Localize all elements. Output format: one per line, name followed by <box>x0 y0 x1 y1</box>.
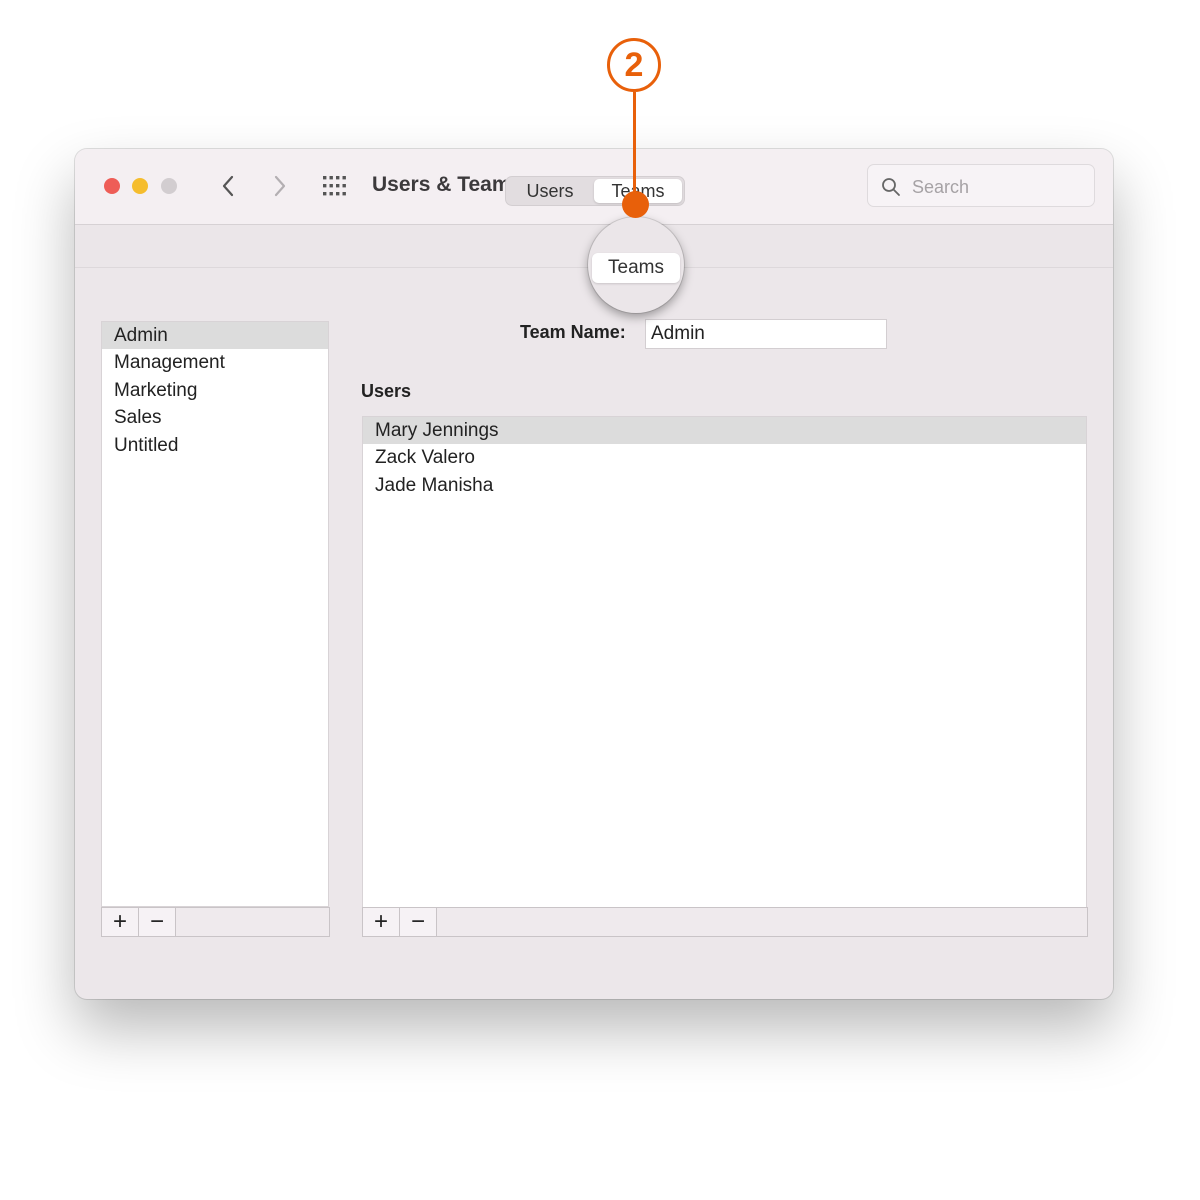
teams-list-footer: + − <box>101 907 330 937</box>
team-name-field[interactable] <box>645 319 887 349</box>
add-team-button[interactable]: + <box>102 908 139 936</box>
list-item-admin[interactable]: Admin <box>102 322 328 350</box>
callout-dot <box>622 191 649 218</box>
forward-button[interactable] <box>265 169 295 203</box>
grid-icon <box>323 176 346 196</box>
users-list-footer: + − <box>362 907 1088 937</box>
callout-line <box>633 92 636 200</box>
callout-magnifier: Teams <box>588 217 684 313</box>
users-heading: Users <box>361 381 412 401</box>
tab-teams-magnified[interactable]: Teams <box>592 253 680 283</box>
search-input[interactable] <box>912 177 1082 198</box>
search-icon <box>882 178 900 196</box>
forward-chevron-icon <box>274 175 286 197</box>
team-users-list[interactable]: Mary Jennings Zack Valero Jade Manisha <box>362 416 1087 908</box>
stage: 2 Users & Teams Search Users Teams Admin… <box>0 0 1200 1200</box>
zoom-button[interactable] <box>161 178 177 194</box>
list-item-management[interactable]: Management <box>102 349 328 376</box>
callout-number-badge: 2 <box>607 38 661 92</box>
list-item-mary-jennings[interactable]: Mary Jennings <box>363 417 1086 445</box>
tab-users[interactable]: Users <box>510 179 590 203</box>
minimize-button[interactable] <box>132 178 148 194</box>
search-field[interactable] <box>867 164 1095 207</box>
team-name-label: Team Name: <box>520 322 626 342</box>
list-item-untitled[interactable]: Untitled <box>102 432 328 459</box>
close-button[interactable] <box>104 178 120 194</box>
back-button[interactable] <box>213 169 243 203</box>
remove-user-button[interactable]: − <box>400 908 437 936</box>
add-user-button[interactable]: + <box>363 908 400 936</box>
window-title: Users & Teams <box>372 173 523 196</box>
list-item-sales[interactable]: Sales <box>102 404 328 431</box>
back-chevron-icon <box>222 175 234 197</box>
list-item-marketing[interactable]: Marketing <box>102 377 328 404</box>
list-item-jade-manisha[interactable]: Jade Manisha <box>363 472 1086 499</box>
list-item-zack-valero[interactable]: Zack Valero <box>363 444 1086 471</box>
remove-team-button[interactable]: − <box>139 908 176 936</box>
preferences-window: Users & Teams Users Teams Teams Admin Ma… <box>75 149 1113 999</box>
segmented-control: Users Teams <box>505 176 685 206</box>
teams-list[interactable]: Admin Management Marketing Sales Untitle… <box>101 321 329 907</box>
show-all-button[interactable] <box>322 175 350 197</box>
